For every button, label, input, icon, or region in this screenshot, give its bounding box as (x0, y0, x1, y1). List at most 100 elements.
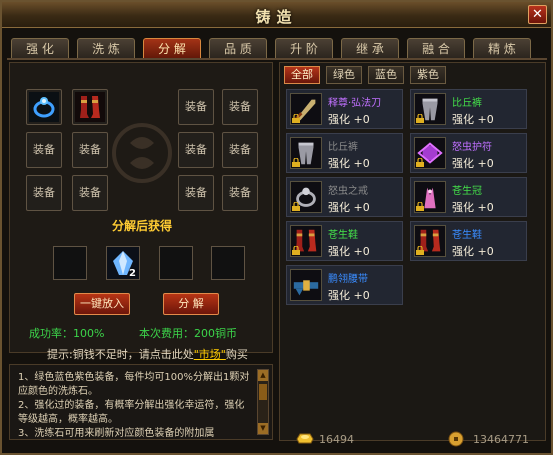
item-name: 比丘裤 (328, 142, 358, 153)
item-icon-frame (414, 181, 446, 213)
tab-refine-wash[interactable]: 洗 炼 (77, 38, 135, 59)
item-level: 强化 +0 (328, 201, 370, 214)
tip-suffix: 购买 (225, 348, 248, 361)
inventory-item[interactable]: 怒虫之戒强化 +0 (286, 177, 403, 217)
tab-refine[interactable]: 精 炼 (473, 38, 531, 59)
scroll-down-arrow[interactable]: ▼ (258, 423, 268, 434)
result-slot[interactable] (211, 246, 245, 280)
crystal-count: 2 (129, 268, 136, 279)
item-name: 怒虫护符 (452, 142, 492, 153)
tab-fuse[interactable]: 融 合 (407, 38, 465, 59)
tab-inherit[interactable]: 继 承 (341, 38, 399, 59)
item-icon-frame (290, 137, 322, 169)
equip-slot[interactable]: 装备 (72, 132, 108, 168)
filter-all[interactable]: 全部 (284, 66, 320, 84)
item-level: 强化 +0 (328, 113, 370, 126)
item-level: 强化 +0 (328, 245, 370, 258)
item-level: 强化 +0 (452, 157, 494, 170)
success-rate: 成功率：100% (29, 327, 105, 340)
equip-slot[interactable]: 装备 (178, 132, 214, 168)
description-line: 3、洗练石可用来刷新对应颜色装备的附加属 (18, 428, 215, 439)
equip-slot[interactable]: 装备 (178, 175, 214, 211)
inventory-panel: 全部 绿色 蓝色 紫色 释尊·弘法刀 强化 +0 比丘裤 强化 +0 比丘裤 强化 +0 怒… (279, 62, 546, 447)
lock-icon (292, 114, 300, 123)
item-level: 强化 +0 (328, 157, 370, 170)
lock-icon (416, 246, 424, 255)
equip-slot[interactable]: 装备 (178, 89, 214, 125)
filter-blue[interactable]: 蓝色 (368, 66, 404, 84)
inventory-item[interactable]: 比丘裤 强化 +0 (410, 89, 527, 129)
auto-fill-button[interactable]: 一键放入 (74, 293, 130, 315)
tab-divider (7, 58, 547, 60)
gold-amount: 16494 (319, 433, 354, 446)
item-icon-frame (290, 181, 322, 213)
inventory-item[interactable]: 苍生鞋强化 +0 (286, 221, 403, 261)
equip-slot[interactable]: 装备 (26, 132, 62, 168)
description-text: 1、绿色蓝色紫色装备，每件均可100%分解出1颗对应颜色的洗炼石。 2、强化过的… (18, 371, 253, 439)
item-name: 苍生鞋 (452, 230, 482, 241)
result-slot[interactable] (53, 246, 87, 280)
inventory-item[interactable]: 苍生鞋强化 +0 (410, 221, 527, 261)
tab-quality[interactable]: 品 质 (209, 38, 267, 59)
copper-coin-icon (448, 431, 464, 447)
equip-slot-filled[interactable] (72, 89, 108, 125)
tab-strengthen[interactable]: 强 化 (11, 38, 69, 59)
equip-slot[interactable]: 装备 (26, 175, 62, 211)
emblem-icon (112, 123, 172, 183)
description-scrollbar[interactable]: ▲ ▼ (257, 369, 269, 435)
equip-slot[interactable]: 装备 (222, 175, 258, 211)
filter-green[interactable]: 绿色 (326, 66, 362, 84)
description-line: 2、强化过的装备，有概率分解出强化幸运符，强化等级越高，概率越高。 (18, 400, 245, 425)
boots-icon (75, 92, 105, 122)
decompose-fee: 本次费用：200铜币 (139, 327, 237, 340)
equip-slot-filled[interactable] (26, 89, 62, 125)
inventory-item[interactable]: 鹏翎腰带强化 +0 (286, 265, 403, 305)
ring-icon (29, 92, 59, 122)
item-icon-frame (414, 93, 446, 125)
item-level: 强化 +0 (328, 289, 370, 302)
inventory-item[interactable]: 比丘裤强化 +0 (286, 133, 403, 173)
belt-icon (293, 280, 319, 296)
result-label: 分解后获得 (111, 219, 172, 233)
lock-icon (292, 246, 300, 255)
inventory-item[interactable]: 释尊·弘法刀 强化 +0 (286, 89, 403, 129)
lock-icon (292, 158, 300, 167)
copper-amount: 13464771 (473, 433, 529, 446)
lock-icon (416, 114, 424, 123)
gold-ingot-icon (296, 433, 314, 444)
lock-icon (416, 202, 424, 211)
tab-upgrade[interactable]: 升 阶 (275, 38, 333, 59)
window-title: 铸造 (255, 8, 298, 26)
equip-slot[interactable]: 装备 (222, 132, 258, 168)
tip-prefix: 提示:铜钱不足时，请点击此处 (47, 348, 194, 361)
forge-window: 铸造 ✕ 强 化 洗 炼 分 解 品 质 升 阶 继 承 融 合 精 炼 装备 … (0, 0, 553, 455)
forge-tabs: 强 化 洗 炼 分 解 品 质 升 阶 继 承 融 合 精 炼 (11, 38, 541, 59)
market-tip: 提示:铜钱不足时，请点击此处"市场"购买 (47, 346, 248, 362)
scroll-thumb[interactable] (259, 384, 267, 400)
decompose-button[interactable]: 分 解 (163, 293, 219, 315)
close-button[interactable]: ✕ (528, 5, 547, 24)
equip-slot[interactable]: 装备 (222, 89, 258, 125)
item-level: 强化 +0 (452, 245, 494, 258)
result-slot-crystal[interactable]: 2 (106, 246, 140, 280)
item-name: 鹏翎腰带 (328, 274, 368, 285)
lock-icon (292, 202, 300, 211)
scroll-up-arrow[interactable]: ▲ (258, 370, 268, 381)
equip-slot[interactable]: 装备 (72, 175, 108, 211)
item-icon-frame (290, 269, 322, 301)
description-line: 1、绿色蓝色紫色装备，每件均可100%分解出1颗对应颜色的洗炼石。 (18, 372, 250, 397)
inventory-item[interactable]: 苍生冠强化 +0 (410, 177, 527, 217)
lock-icon (416, 158, 424, 167)
item-level: 强化 +0 (452, 113, 494, 126)
filter-purple[interactable]: 紫色 (410, 66, 446, 84)
tab-decompose[interactable]: 分 解 (143, 38, 201, 59)
title-bar[interactable]: 铸造 ✕ (2, 2, 551, 28)
item-level: 强化 +0 (452, 201, 494, 214)
market-link[interactable]: "市场" (194, 348, 226, 361)
item-name: 苍生冠 (452, 186, 482, 197)
inventory-item[interactable]: 怒虫护符强化 +0 (410, 133, 527, 173)
result-slot[interactable] (159, 246, 193, 280)
item-name: 怒虫之戒 (328, 186, 368, 197)
item-name: 释尊·弘法刀 (328, 98, 382, 109)
item-name: 苍生鞋 (328, 230, 358, 241)
